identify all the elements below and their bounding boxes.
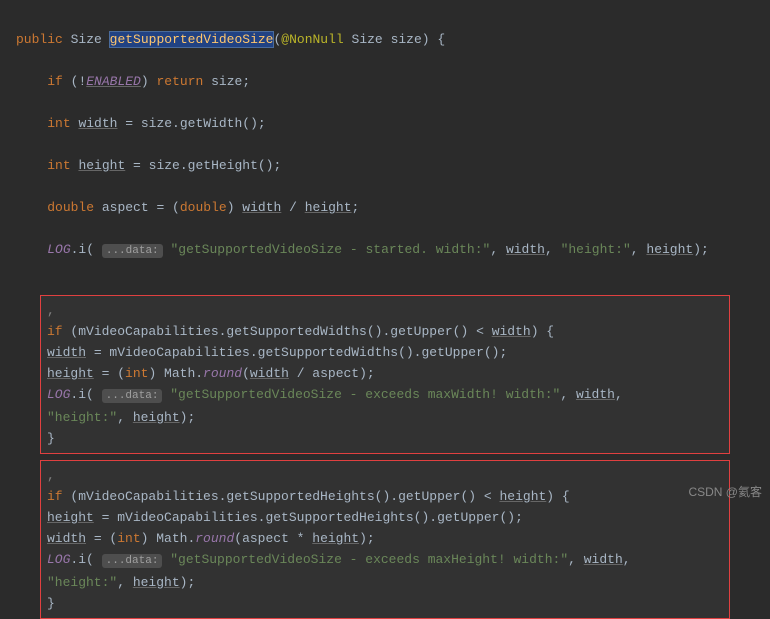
close-brace-2: } — [47, 593, 723, 614]
param-hint-icon: ...data: — [102, 554, 163, 568]
line-width-decl: int width = size.getWidth(); — [16, 113, 770, 134]
if-width: if (mVideoCapabilities.getSupportedWidth… — [47, 321, 723, 342]
code-editor[interactable]: public Size getSupportedVideoSize(@NonNu… — [0, 0, 770, 291]
param-hint-icon: ...data: — [102, 389, 163, 403]
line-enabled-guard: if (!ENABLED) return size; — [16, 71, 770, 92]
param-hint-icon: ...data: — [102, 244, 163, 258]
line-height-decl: int height = size.getHeight(); — [16, 155, 770, 176]
log-width: LOG.i( ...data: "getSupportedVideoSize -… — [47, 384, 723, 407]
assign-height-2: height = mVideoCapabilities.getSupported… — [47, 507, 723, 528]
highlight-box-width: , if (mVideoCapabilities.getSupportedWid… — [40, 295, 730, 454]
highlight-box-height: , if (mVideoCapabilities.getSupportedHei… — [40, 460, 730, 619]
log-height: LOG.i( ...data: "getSupportedVideoSize -… — [47, 549, 723, 572]
log-width-2: "height:", height); — [47, 407, 723, 428]
assign-width-2: width = (int) Math.round(aspect * height… — [47, 528, 723, 549]
line-aspect-decl: double aspect = (double) width / height; — [16, 197, 770, 218]
assign-width: width = mVideoCapabilities.getSupportedW… — [47, 342, 723, 363]
method-signature: public Size getSupportedVideoSize(@NonNu… — [16, 29, 770, 50]
line-log-start: LOG.i( ...data: "getSupportedVideoSize -… — [16, 239, 770, 262]
close-brace-1: } — [47, 428, 723, 449]
comment-height: , — [47, 465, 723, 486]
comment-width: , — [47, 300, 723, 321]
watermark: CSDN @氦客 — [688, 482, 762, 503]
if-height: if (mVideoCapabilities.getSupportedHeigh… — [47, 486, 723, 507]
log-height-2: "height:", height); — [47, 572, 723, 593]
assign-height: height = (int) Math.round(width / aspect… — [47, 363, 723, 384]
